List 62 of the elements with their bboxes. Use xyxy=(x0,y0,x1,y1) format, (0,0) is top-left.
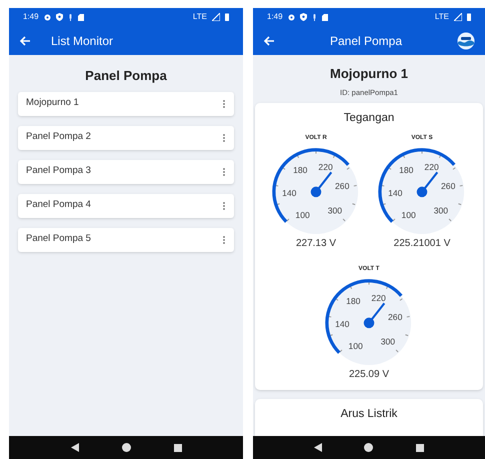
screen-title: List Monitor xyxy=(51,32,114,50)
scale-label: 100 xyxy=(295,210,310,220)
scale-label: 260 xyxy=(388,312,402,322)
gauge-needle xyxy=(416,172,438,198)
scale-label: 220 xyxy=(318,162,333,172)
item-label: Panel Pompa 4 xyxy=(26,198,92,212)
scale-label: 180 xyxy=(346,296,360,306)
back-arrow-icon xyxy=(19,36,31,46)
scale-label: 300 xyxy=(380,336,396,347)
list-item[interactable]: Panel Pompa 5 xyxy=(18,228,234,252)
battery-icon xyxy=(467,13,471,21)
back-icon xyxy=(70,443,78,452)
list-item[interactable]: Panel Pompa 4 xyxy=(18,194,234,218)
back-icon xyxy=(314,443,322,452)
recents-icon xyxy=(416,444,424,452)
sd-card-icon xyxy=(322,14,328,20)
list-item[interactable]: Panel Pompa 2 xyxy=(18,126,234,150)
scale-label: 140 xyxy=(282,188,296,198)
signal-icon xyxy=(454,13,462,21)
signal-icon xyxy=(212,13,220,21)
list-item[interactable]: Mojopurno 1 xyxy=(18,92,234,116)
scale-label: 260 xyxy=(441,181,456,192)
screen-title: Panel Pompa xyxy=(328,32,404,50)
page-heading: Panel Pompa xyxy=(84,67,168,85)
recents-icon xyxy=(174,444,182,452)
page-heading: Mojopurno 1 xyxy=(329,65,409,83)
card-title: Tegangan xyxy=(344,110,394,126)
scale-label: 140 xyxy=(388,188,402,198)
list-item[interactable]: Panel Pompa 3 xyxy=(18,160,234,184)
scale-label: 220 xyxy=(371,292,386,303)
home-icon xyxy=(364,443,374,452)
item-label: Panel Pompa 5 xyxy=(26,232,92,246)
scale-label: 300 xyxy=(434,206,448,216)
item-label: Mojopurno 1 xyxy=(26,96,80,110)
item-label: Panel Pompa 2 xyxy=(26,130,92,144)
sd-card-icon xyxy=(78,14,84,20)
scale-label: 220 xyxy=(424,162,439,172)
scale-label: 180 xyxy=(399,165,414,176)
status-time: 1:49 xyxy=(23,11,39,23)
scale-label: 260 xyxy=(335,181,350,192)
scale-label: 100 xyxy=(401,210,416,220)
gauge-reading: 225.21001 V xyxy=(394,237,450,251)
scale-label: 140 xyxy=(335,319,350,330)
gauge-reading: 227.13 V xyxy=(296,237,336,251)
gear-icon xyxy=(44,14,51,20)
gauge-reading: 225.09 V xyxy=(348,368,390,382)
shield-icon xyxy=(56,13,63,21)
scale-label: 100 xyxy=(348,340,363,351)
shield-icon xyxy=(300,13,307,21)
gauge-needle xyxy=(310,172,332,198)
card-title: Arus Listrik xyxy=(340,407,398,422)
scale-label: 180 xyxy=(293,165,308,176)
gauge-needle xyxy=(364,302,386,328)
home-icon xyxy=(122,443,130,452)
network-label: LTE xyxy=(192,11,207,23)
gear-icon xyxy=(288,14,295,20)
scale-label: 300 xyxy=(328,206,342,216)
item-label: Panel Pompa 3 xyxy=(26,164,92,178)
status-time: 1:49 xyxy=(267,11,283,23)
back-arrow-icon xyxy=(263,36,275,46)
battery-icon xyxy=(225,13,229,21)
network-label: LTE xyxy=(434,11,449,23)
